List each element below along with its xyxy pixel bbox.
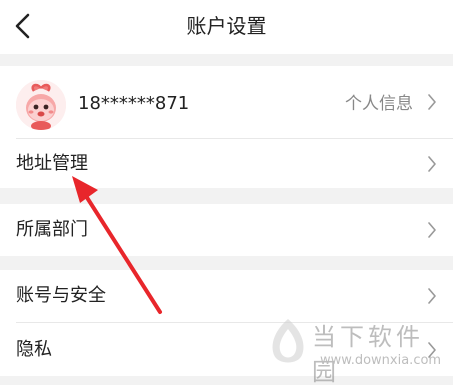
department-label: 所属部门: [16, 219, 88, 240]
chevron-right-icon: [428, 288, 436, 304]
address-management-row[interactable]: 地址管理: [0, 139, 453, 188]
department-row[interactable]: 所属部门: [0, 204, 453, 256]
watermark-brand: 当下软件园: [312, 323, 424, 385]
account-security-label: 账号与安全: [16, 285, 106, 306]
profile-card: 18******871 个人信息 地址管理: [0, 66, 453, 188]
page-title: 账户设置: [186, 14, 267, 38]
privacy-label: 隐私: [16, 339, 52, 360]
peach-mascot-icon: [16, 80, 66, 130]
chevron-right-icon: [428, 94, 436, 110]
personal-info-link[interactable]: 个人信息: [345, 93, 413, 115]
chevron-right-icon: [428, 156, 436, 172]
watermark-logo-icon: [272, 319, 304, 363]
address-management-label: 地址管理: [16, 153, 88, 174]
phone-number: 18******871: [78, 93, 190, 114]
chevron-right-icon: [428, 222, 436, 238]
nav-bar: 账户设置: [0, 0, 453, 54]
watermark-url: www.downxia.com: [320, 353, 442, 368]
department-card: 所属部门: [0, 204, 453, 256]
profile-row[interactable]: 18******871 个人信息: [0, 66, 453, 136]
avatar: [16, 80, 66, 130]
watermark: 当下软件园 www.downxia.com: [266, 313, 446, 385]
